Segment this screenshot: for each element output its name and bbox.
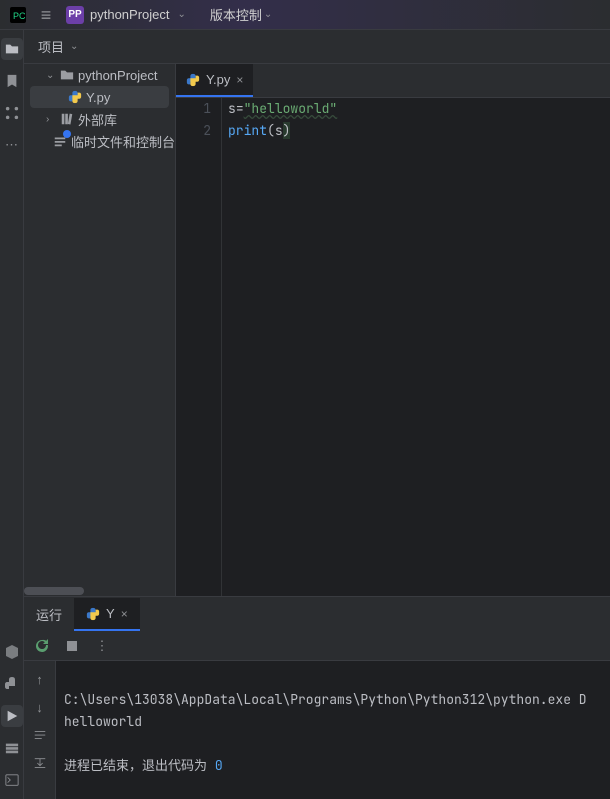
- titlebar: PC PP pythonProject ⌄ 版本控制 ⌄: [0, 0, 610, 30]
- dots-icon: ⋯: [5, 137, 18, 153]
- soft-wrap-button[interactable]: [30, 725, 50, 745]
- svg-text:PC: PC: [13, 11, 26, 21]
- chevron-down-icon: ⌄: [46, 70, 56, 81]
- code-line[interactable]: s="helloworld": [228, 98, 610, 120]
- hamburger-icon: [41, 6, 52, 24]
- chevron-down-icon: ⌄: [70, 41, 78, 52]
- project-label: 项目: [38, 37, 64, 56]
- vertical-dots-icon: ⋮: [96, 638, 109, 654]
- project-name-label: pythonProject: [90, 7, 170, 22]
- editor-pane: Y.py × 1 2 s="helloworld" print(s): [176, 64, 610, 596]
- tree-file-label: Y.py: [86, 90, 110, 105]
- console-line: helloworld: [64, 713, 142, 730]
- python-console-button[interactable]: [1, 673, 23, 695]
- python-file-icon: [186, 73, 200, 87]
- chevron-right-icon: ›: [46, 114, 56, 125]
- run-toolbar: ⋮: [24, 631, 610, 661]
- gutter-line-num: 2: [176, 120, 211, 142]
- code-line[interactable]: print(s): [228, 120, 610, 142]
- tree-scratches[interactable]: 临时文件和控制台: [24, 130, 175, 152]
- rerun-button[interactable]: [32, 636, 52, 656]
- scroll-to-end-button[interactable]: [30, 753, 50, 773]
- scroll-down-button[interactable]: ↓: [30, 697, 50, 717]
- tree-root[interactable]: ⌄ pythonProject: [24, 64, 175, 86]
- gutter: 1 2: [176, 98, 222, 596]
- tree-file-selected[interactable]: Y.py: [30, 86, 169, 108]
- tree-root-label: pythonProject: [78, 68, 158, 83]
- python-file-icon: [68, 90, 82, 104]
- tree-external-libs[interactable]: › 外部库: [24, 108, 175, 130]
- python-packages-button[interactable]: [1, 641, 23, 663]
- close-icon[interactable]: ×: [121, 607, 128, 621]
- services-tool-button[interactable]: [1, 737, 23, 759]
- project-tree[interactable]: ⌄ pythonProject Y.py › 外部库: [24, 64, 176, 596]
- terminal-tool-button[interactable]: [1, 769, 23, 791]
- folder-icon: [60, 68, 74, 82]
- python-file-icon: [86, 607, 100, 621]
- main-menu-button[interactable]: [32, 1, 60, 29]
- run-tab-strip: 运行 Y ×: [24, 597, 610, 631]
- editor-tab[interactable]: Y.py ×: [176, 64, 253, 97]
- project-toolwindow-title[interactable]: 项目 ⌄: [24, 37, 78, 56]
- console-exit-line: 进程已结束，退出代码为 0: [64, 757, 223, 774]
- run-config-label: Y: [106, 606, 115, 621]
- structure-tool-button[interactable]: [1, 102, 23, 124]
- stop-button[interactable]: [62, 636, 82, 656]
- vcs-menu[interactable]: 版本控制 ⌄: [210, 5, 272, 24]
- code-editor[interactable]: 1 2 s="helloworld" print(s): [176, 98, 610, 596]
- project-toolwindow-header: 项目 ⌄: [24, 30, 610, 64]
- gutter-line-num: 1: [176, 98, 211, 120]
- project-badge: PP: [66, 6, 84, 24]
- run-console[interactable]: C:\Users\13038\AppData\Local\Programs\Py…: [56, 661, 610, 799]
- project-tool-button[interactable]: [1, 38, 23, 60]
- pycharm-logo-icon[interactable]: PC: [4, 1, 32, 29]
- run-toolwindow: 运行 Y × ⋮ ↑ ↓: [24, 596, 610, 799]
- tree-external-libs-label: 外部库: [78, 110, 117, 129]
- run-tab-label: 运行: [36, 605, 62, 624]
- editor-tab-label: Y.py: [206, 72, 230, 87]
- chevron-down-icon: ⌄: [264, 9, 272, 20]
- run-tool-button[interactable]: [1, 705, 23, 727]
- close-icon[interactable]: ×: [236, 73, 243, 87]
- left-tool-strip: ⋯: [0, 30, 24, 799]
- run-tab-title[interactable]: 运行: [24, 598, 74, 631]
- chevron-down-icon: ⌄: [178, 9, 186, 20]
- library-icon: [60, 112, 74, 126]
- bookmarks-tool-button[interactable]: [1, 70, 23, 92]
- console-line: C:\Users\13038\AppData\Local\Programs\Py…: [64, 691, 587, 708]
- run-side-toolbar: ↑ ↓: [24, 661, 56, 799]
- tree-hscrollbar[interactable]: [24, 586, 175, 596]
- project-selector[interactable]: PP pythonProject ⌄: [60, 3, 192, 27]
- vcs-label: 版本控制: [210, 5, 262, 24]
- editor-tab-strip: Y.py ×: [176, 64, 610, 98]
- tree-scratches-label: 临时文件和控制台: [71, 132, 175, 151]
- run-config-tab[interactable]: Y ×: [74, 598, 140, 631]
- more-tool-button[interactable]: ⋯: [1, 134, 23, 156]
- more-actions-button[interactable]: ⋮: [92, 636, 112, 656]
- scratches-icon: [53, 134, 67, 148]
- scroll-up-button[interactable]: ↑: [30, 669, 50, 689]
